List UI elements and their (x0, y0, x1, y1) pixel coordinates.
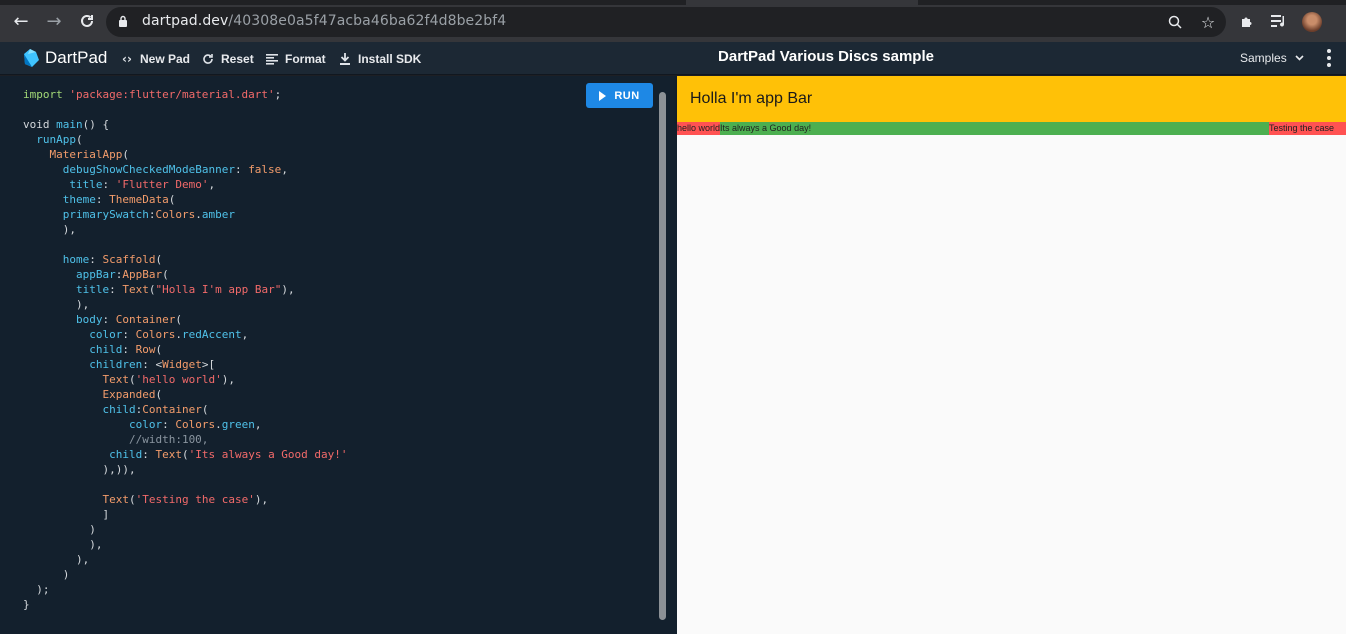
url-text: dartpad.dev/40308e0a5f47acba46ba62f4d8be… (142, 13, 507, 29)
code-line[interactable]: color: Colors.redAccent, (23, 327, 348, 342)
reset-button[interactable]: Reset (201, 50, 254, 68)
samples-label: Samples (1240, 51, 1287, 65)
extensions-icon[interactable] (1238, 12, 1256, 30)
code-line[interactable]: Expanded( (23, 387, 348, 402)
code-content[interactable]: import 'package:flutter/material.dart'; … (23, 87, 348, 612)
bookmark-star-icon[interactable]: ☆ (1199, 13, 1217, 32)
format-align-icon (265, 52, 279, 66)
new-pad-button[interactable]: ‹› New Pad (120, 50, 190, 68)
code-line[interactable]: ), (23, 552, 348, 567)
new-pad-label: New Pad (140, 52, 191, 66)
code-line[interactable]: title: Text("Holla I'm app Bar"), (23, 282, 348, 297)
code-line[interactable]: title: 'Flutter Demo', (23, 177, 348, 192)
code-line[interactable]: ), (23, 537, 348, 552)
app-bar: Holla I'm app Bar (677, 76, 1346, 122)
play-icon (599, 90, 607, 101)
code-line[interactable]: ) (23, 567, 348, 582)
reset-label: Reset (221, 52, 254, 66)
format-label: Format (285, 52, 326, 66)
hello-world-text: hello world (677, 123, 721, 133)
code-line[interactable]: debugShowCheckedModeBanner: false, (23, 162, 348, 177)
code-line[interactable]: //width:100, (23, 432, 348, 447)
code-line[interactable]: primarySwatch:Colors.amber (23, 207, 348, 222)
editor-scrollbar[interactable] (659, 92, 666, 620)
code-line[interactable]: ) (23, 522, 348, 537)
code-line[interactable]: appBar:AppBar( (23, 267, 348, 282)
download-icon (338, 52, 352, 66)
run-button[interactable]: RUN (586, 83, 653, 108)
dartpad-header: DartPad ‹› New Pad Reset Format Install … (0, 42, 1346, 75)
code-icon: ‹› (122, 52, 132, 66)
run-label: RUN (614, 89, 640, 102)
format-button[interactable]: Format (265, 50, 326, 68)
code-line[interactable]: child: Text('Its always a Good day!' (23, 447, 347, 462)
code-line[interactable] (23, 237, 348, 252)
chevron-down-icon (1295, 55, 1304, 61)
more-menu-icon[interactable] (1326, 49, 1332, 67)
profile-avatar[interactable] (1302, 12, 1322, 32)
code-line[interactable]: void main() { (23, 117, 348, 132)
reload-icon[interactable] (75, 9, 99, 33)
code-line[interactable]: Text('Testing the case'), (23, 492, 348, 507)
code-line[interactable]: ), (23, 222, 348, 237)
forward-icon[interactable]: → (42, 9, 66, 33)
code-line[interactable] (23, 477, 348, 492)
green-expanded-text: Its always a Good day! (720, 122, 1269, 135)
address-bar[interactable]: dartpad.dev/40308e0a5f47acba46ba62f4d8be… (106, 7, 1226, 37)
code-editor[interactable]: import 'package:flutter/material.dart'; … (0, 76, 677, 634)
code-line[interactable]: home: Scaffold( (23, 252, 348, 267)
output-preview: Holla I'm app Bar hello world Its always… (677, 76, 1346, 634)
code-line[interactable]: import 'package:flutter/material.dart'; (23, 87, 348, 102)
samples-dropdown[interactable]: Samples (1240, 51, 1304, 65)
lock-icon[interactable] (118, 15, 128, 27)
tab-strip (0, 0, 686, 5)
code-line[interactable]: runApp( (23, 132, 348, 147)
app-bar-title: Holla I'm app Bar (690, 90, 813, 107)
code-line[interactable]: ),)), (23, 462, 348, 477)
code-line[interactable]: Text('hello world'), (23, 372, 348, 387)
code-line[interactable]: color: Colors.green, (23, 417, 348, 432)
code-line[interactable]: } (23, 597, 348, 612)
refresh-icon (201, 52, 215, 66)
code-line[interactable]: child:Container( (23, 402, 348, 417)
install-sdk-button[interactable]: Install SDK (338, 50, 421, 68)
zoom-search-icon[interactable] (1166, 13, 1184, 31)
testing-case-text: Testing the case (1269, 123, 1335, 133)
code-line[interactable]: children: <Widget>[ (23, 357, 348, 372)
media-queue-icon[interactable] (1270, 12, 1288, 30)
code-line[interactable]: ); (23, 582, 348, 597)
app-name: DartPad (45, 48, 108, 67)
code-line[interactable] (23, 102, 348, 117)
red-container-row: hello world Its always a Good day! Testi… (677, 122, 1346, 135)
code-line[interactable]: child: Row( (23, 342, 348, 357)
tab-strip-right (918, 0, 1346, 5)
dart-logo-icon[interactable] (20, 48, 40, 68)
install-sdk-label: Install SDK (358, 52, 422, 66)
code-line[interactable]: ] (23, 507, 348, 522)
browser-toolbar: ← → dartpad.dev/40308e0a5f47acba46ba62f4… (0, 0, 1346, 42)
code-line[interactable]: ), (23, 297, 348, 312)
back-icon[interactable]: ← (9, 9, 33, 33)
code-line[interactable]: theme: ThemeData( (23, 192, 348, 207)
code-line[interactable]: body: Container( (23, 312, 348, 327)
code-line[interactable]: MaterialApp( (23, 147, 348, 162)
